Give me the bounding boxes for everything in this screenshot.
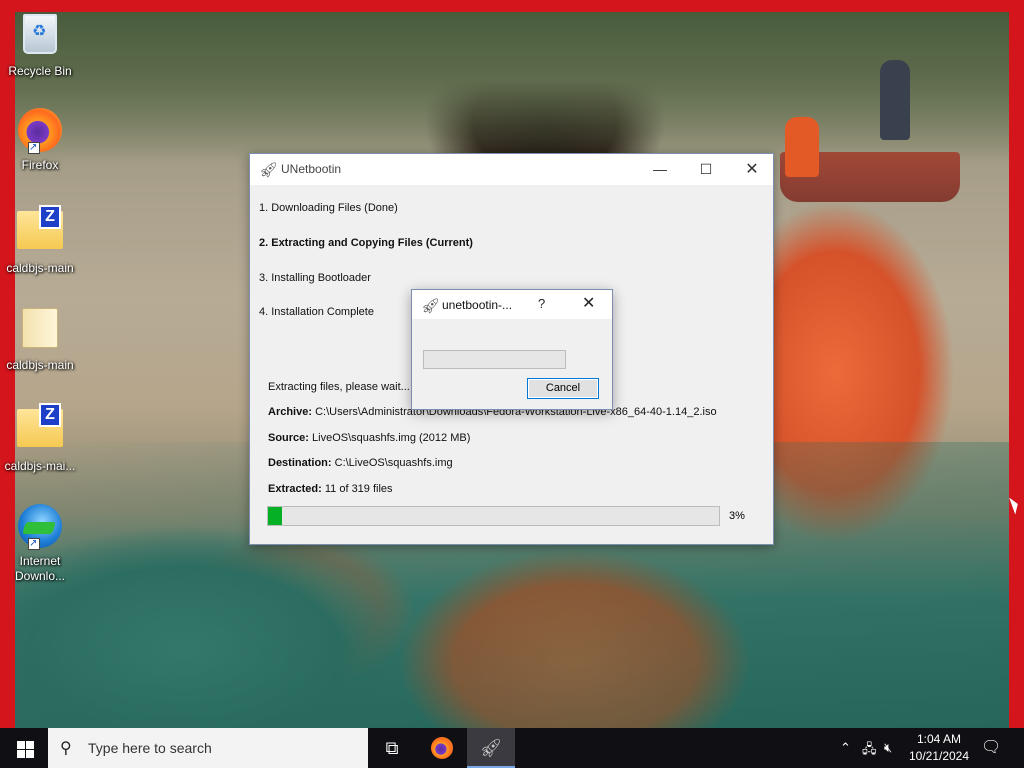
dialog-title: unetbootin-... xyxy=(442,298,513,312)
archive-label: Archive: xyxy=(268,406,313,418)
desktop-icon-caldbjs-folder[interactable]: caldbjs-main xyxy=(2,304,78,373)
desktop-icon-recycle-bin[interactable]: Recycle Bin xyxy=(2,10,78,79)
search-placeholder: Type here to search xyxy=(88,740,212,756)
network-icon[interactable]: 🖧︎ xyxy=(862,740,877,762)
recycle-bin-icon xyxy=(16,14,64,62)
folder-icon xyxy=(16,308,64,356)
window-titlebar[interactable]: 🚀︎ UNetbootin — ☐ ✕ xyxy=(250,154,773,185)
dialog-close-button[interactable]: ✕ xyxy=(582,293,595,313)
extraction-progress-bar xyxy=(267,506,720,526)
source-value: LiveOS\squashfs.img (2012 MB) xyxy=(312,432,471,444)
windows-logo-icon xyxy=(26,750,34,758)
maximize-button[interactable]: ☐ xyxy=(683,154,729,185)
taskbar-clock[interactable]: 1:04 AM 10/21/2024 xyxy=(898,731,980,765)
extracted-label: Extracted: xyxy=(268,483,322,495)
zip-folder-icon: Z xyxy=(16,205,64,259)
extracted-value: 11 of 319 files xyxy=(324,483,393,495)
volume-muted-icon[interactable]: 🔇︎ xyxy=(884,740,892,756)
step-installing-bootloader: 3. Installing Bootloader xyxy=(259,272,371,284)
clock-date: 10/21/2024 xyxy=(908,749,970,763)
shortcut-arrow-icon xyxy=(28,140,40,155)
wallpaper-trees xyxy=(15,12,1009,162)
start-button[interactable] xyxy=(0,728,48,768)
windows-logo-icon xyxy=(17,750,25,758)
firefox-icon xyxy=(431,737,453,759)
shortcut-arrow-icon xyxy=(28,536,40,551)
desktop-icon-label: Recycle Bin xyxy=(8,64,72,78)
progress-fill xyxy=(268,507,282,525)
windows-logo-icon xyxy=(26,741,34,749)
desktop-icon-label: caldbjs-mai... xyxy=(4,459,76,473)
window-title: UNetbootin xyxy=(281,162,342,176)
extracted-row: Extracted: 11 of 319 files xyxy=(268,483,393,495)
firefox-icon xyxy=(16,108,64,156)
notification-center-icon[interactable]: 🗨︎ xyxy=(981,737,1001,757)
desktop-icon-caldbjs-zip-2[interactable]: Z caldbjs-mai... xyxy=(2,403,78,474)
desktop-icon-label: caldbjs-main xyxy=(6,261,74,275)
unetbootin-dialog: 🚀︎ unetbootin-... ? ✕ Cancel xyxy=(411,289,613,410)
step-downloading: 1. Downloading Files (Done) xyxy=(259,202,398,214)
unetbootin-rocket-icon: 🚀︎ xyxy=(479,738,503,758)
close-button[interactable]: ✕ xyxy=(729,154,775,185)
clock-time: 1:04 AM xyxy=(916,732,962,746)
wallpaper-person xyxy=(880,60,910,140)
desktop-icon-caldbjs-zip-1[interactable]: Z caldbjs-main xyxy=(2,205,78,276)
taskbar: ⚲ Type here to search ⧉ 🚀︎ ⌃ 🖧︎ 🔇︎ 1:04 … xyxy=(0,728,1024,768)
step-extracting: 2. Extracting and Copying Files (Current… xyxy=(259,237,473,249)
show-hidden-icons-chevron-icon[interactable]: ⌃ xyxy=(840,740,851,756)
task-view-button[interactable]: ⧉ xyxy=(368,728,416,768)
help-button[interactable]: ? xyxy=(538,296,545,311)
taskbar-unetbootin-button[interactable]: 🚀︎ xyxy=(467,728,515,768)
step-installation-complete: 4. Installation Complete xyxy=(259,306,374,318)
taskbar-firefox-button[interactable] xyxy=(418,728,466,768)
desktop-icon-label: Internet Downlo... xyxy=(14,554,66,583)
minimize-button[interactable]: — xyxy=(637,154,683,185)
desktop-icon-firefox[interactable]: Firefox xyxy=(2,106,78,173)
desktop-icon-internet-download-manager[interactable]: Internet Downlo... xyxy=(2,502,78,584)
taskbar-search-box[interactable]: ⚲ Type here to search xyxy=(48,728,368,768)
windows-logo-icon xyxy=(17,741,25,749)
zip-folder-icon: Z xyxy=(16,403,64,457)
unetbootin-rocket-icon: 🚀︎ xyxy=(259,162,279,179)
cancel-button[interactable]: Cancel xyxy=(527,378,599,399)
search-icon: ⚲ xyxy=(60,740,72,757)
source-row: Source: LiveOS\squashfs.img (2012 MB) xyxy=(268,432,470,444)
status-text: Extracting files, please wait... xyxy=(268,381,410,393)
destination-row: Destination: C:\LiveOS\squashfs.img xyxy=(268,457,453,469)
dialog-titlebar[interactable]: 🚀︎ unetbootin-... ? ✕ xyxy=(412,290,612,319)
progress-percent: 3% xyxy=(729,510,745,522)
dialog-progress-bar xyxy=(423,350,566,369)
internet-download-manager-icon xyxy=(16,504,64,552)
desktop-icon-label: caldbjs-main xyxy=(6,358,74,372)
wallpaper-person xyxy=(785,117,819,177)
unetbootin-rocket-icon: 🚀︎ xyxy=(421,298,441,315)
source-label: Source: xyxy=(268,432,309,444)
destination-label: Destination: xyxy=(268,457,332,469)
destination-value: C:\LiveOS\squashfs.img xyxy=(334,457,453,469)
desktop-icon-label: Firefox xyxy=(21,158,59,172)
